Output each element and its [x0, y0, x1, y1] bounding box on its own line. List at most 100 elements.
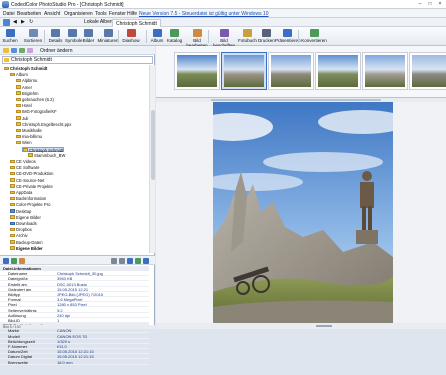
menu-bearbeiten[interactable]: Bearbeiten — [17, 11, 41, 17]
tree-item[interactable]: Backup-Daten — [10, 240, 43, 245]
info-table: Datei-Informationen Dateiname Christoph Sc… — [0, 265, 155, 375]
info-value[interactable]: 18.0 mm — [57, 360, 147, 365]
tree-item[interactable]: mia-billimu — [16, 134, 42, 139]
tree-item[interactable]: Archiv — [10, 233, 28, 238]
info-icon[interactable] — [3, 258, 9, 264]
histogram-icon[interactable] — [19, 258, 25, 264]
tree-item[interactable]: Musikhalle — [16, 128, 42, 133]
album-button[interactable]: Album — [149, 28, 165, 45]
tree-item[interactable]: IMG-Fotografie/KF — [16, 109, 57, 114]
tree-item[interactable]: Dropbox — [10, 227, 32, 232]
details-button[interactable]: Details — [47, 28, 64, 45]
album-icon[interactable] — [11, 48, 17, 53]
thumbnail[interactable] — [268, 52, 314, 90]
tab-christoph-schmidt[interactable]: Christoph Schmidt — [112, 19, 161, 27]
catalog-icon[interactable] — [19, 48, 25, 53]
tree-item[interactable]: Christoph Schmidt — [4, 66, 47, 71]
menu-tools[interactable]: Tools — [95, 11, 107, 17]
menu-ansicht[interactable]: Ansicht — [44, 11, 60, 17]
thumbnails-label: Miniaturen — [97, 38, 119, 43]
map-icon[interactable] — [11, 258, 17, 264]
tree-item[interactable]: AppData — [10, 190, 32, 195]
caption-button[interactable]: Bild beschriften — [211, 28, 237, 48]
sort-button[interactable]: Sortieren — [21, 28, 45, 45]
save-icon[interactable] — [127, 258, 133, 264]
update-link[interactable]: Neue Version 7.5 - Steuerdatei ist gülti… — [139, 11, 269, 17]
menu-fenster[interactable]: Fenster — [109, 11, 126, 17]
help-icon[interactable] — [143, 258, 149, 264]
minimize-icon[interactable]: – — [415, 1, 425, 8]
menu-datei[interactable]: Datei — [3, 11, 15, 17]
back-icon[interactable]: ◀ — [13, 19, 17, 26]
maximize-icon[interactable]: □ — [425, 1, 435, 8]
menu-bar: Datei Bearbeiten Ansicht Organisieren To… — [0, 9, 446, 18]
tree-item[interactable]: Album — [10, 72, 28, 77]
images-label: Bilder — [82, 38, 95, 43]
album-label: Album — [150, 38, 164, 43]
tree-item[interactable]: CE-DVD-Produktion — [10, 171, 53, 176]
tree-scrollbar[interactable] — [149, 65, 155, 253]
catalog-button[interactable]: Katalog — [166, 28, 183, 45]
copy-icon[interactable] — [119, 258, 125, 264]
tree-item[interactable]: Christoph Schmidt — [22, 146, 65, 153]
tree-item-label: mia-billimu — [22, 134, 43, 140]
tree-item-label: CE Videos — [16, 159, 36, 164]
menu-organisieren[interactable]: Organisieren — [64, 11, 93, 17]
print-button[interactable]: Drucken — [258, 28, 275, 45]
change-folder-label[interactable]: Ordner ändern — [40, 48, 73, 54]
preview-photo[interactable] — [213, 102, 393, 323]
tree-item[interactable]: Desktop — [10, 209, 31, 214]
viewer-scrollbar[interactable] — [156, 323, 446, 329]
tree-item[interactable]: Eigene Bilder — [10, 246, 43, 251]
thumbnails-button[interactable]: Miniaturen — [97, 28, 119, 45]
viewer-scroll-thumb[interactable] — [316, 325, 332, 327]
tree-item[interactable]: Juli — [16, 116, 28, 121]
thumbnail[interactable] — [221, 52, 267, 90]
close-icon[interactable]: × — [435, 1, 445, 8]
symbols-button[interactable]: Symbole — [65, 28, 83, 45]
edit-button[interactable]: Bild bearbeiten — [184, 28, 210, 48]
images-button[interactable]: Bilder — [81, 28, 96, 45]
photobook-button[interactable]: Fotobuch — [238, 28, 257, 45]
home-icon[interactable] — [3, 19, 10, 26]
thumbnail[interactable] — [362, 52, 408, 90]
tree-scroll-thumb[interactable] — [151, 110, 155, 180]
tree-item[interactable]: BackInformation — [10, 196, 46, 201]
tree-item[interactable]: Hotel — [16, 103, 32, 108]
filmstrip-scroll-thumb[interactable] — [211, 99, 381, 101]
slideshow-button[interactable]: Diashow — [121, 28, 141, 45]
edit-exif-icon[interactable] — [111, 258, 117, 264]
refresh-info-icon[interactable] — [135, 258, 141, 264]
tree-item[interactable]: Eigene Bilder — [10, 215, 41, 220]
tree-item[interactable]: Downloads — [10, 221, 37, 226]
tree-item[interactable]: Briglehm — [16, 91, 39, 96]
tree-item-label: Musikhalle — [22, 128, 42, 133]
tree-item[interactable]: CE Videos — [10, 159, 36, 164]
favorites-icon[interactable] — [27, 48, 33, 53]
tree-item[interactable]: Alpbirnu — [16, 78, 37, 83]
thumbnail[interactable] — [409, 52, 446, 90]
tree-item[interactable]: CE Software — [10, 165, 40, 170]
album-dropdown[interactable]: Lokale Alben — [84, 19, 113, 26]
thumbnail-image — [177, 55, 217, 87]
tree-item[interactable]: Color-Projekte Pro — [10, 202, 50, 207]
thumbnail[interactable] — [315, 52, 361, 90]
tree-item[interactable]: CE-Source-Net — [10, 178, 44, 183]
path-field[interactable]: Christoph Schmidt — [2, 56, 153, 64]
tree-item[interactable]: Stammbuch_BW — [28, 153, 65, 158]
folder-icon[interactable] — [3, 48, 9, 53]
search-button[interactable]: Suchen — [1, 28, 19, 45]
tree-item[interactable]: Wien — [16, 140, 32, 145]
forward-icon[interactable]: ▶ — [21, 19, 25, 26]
refresh-icon[interactable]: ↻ — [29, 19, 33, 26]
tree-item[interactable]: Christoph.Engelbrecht.ppx — [16, 122, 71, 127]
tree-item[interactable]: gebrauchen (6.2) — [16, 97, 54, 102]
tree-item[interactable]: Amer — [16, 85, 32, 90]
convert-button[interactable]: Konvertieren — [301, 28, 327, 45]
tree-item-label: Backup-Daten — [16, 239, 43, 245]
menu-hilfe[interactable]: Hilfe — [127, 11, 137, 17]
present-button[interactable]: Präsentieren — [275, 28, 301, 45]
tree-item[interactable]: CE-Private Projekte — [10, 184, 53, 189]
path-text: Christoph Schmidt — [11, 57, 52, 63]
thumbnail[interactable] — [174, 52, 220, 90]
